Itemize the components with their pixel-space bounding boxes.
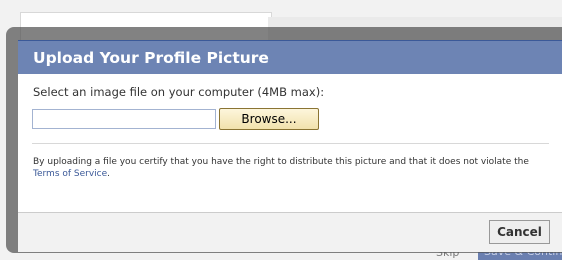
- upload-profile-picture-dialog: Upload Your Profile Picture Select an im…: [18, 40, 562, 252]
- dialog-title: Upload Your Profile Picture: [18, 40, 562, 74]
- disclaimer-text: By uploading a file you certify that you…: [33, 157, 529, 167]
- disclaimer-period: .: [107, 169, 111, 179]
- file-path-input[interactable]: [32, 109, 216, 129]
- cancel-button[interactable]: Cancel: [489, 220, 550, 244]
- upload-disclaimer: By uploading a file you certify that you…: [33, 156, 533, 180]
- divider: [32, 143, 549, 144]
- dialog-footer: Cancel: [18, 212, 562, 252]
- terms-of-service-link[interactable]: Terms of Service: [33, 169, 107, 179]
- browse-button[interactable]: Browse...: [219, 108, 319, 130]
- file-prompt-label: Select an image file on your computer (4…: [33, 85, 325, 99]
- dialog-body: Select an image file on your computer (4…: [18, 74, 562, 212]
